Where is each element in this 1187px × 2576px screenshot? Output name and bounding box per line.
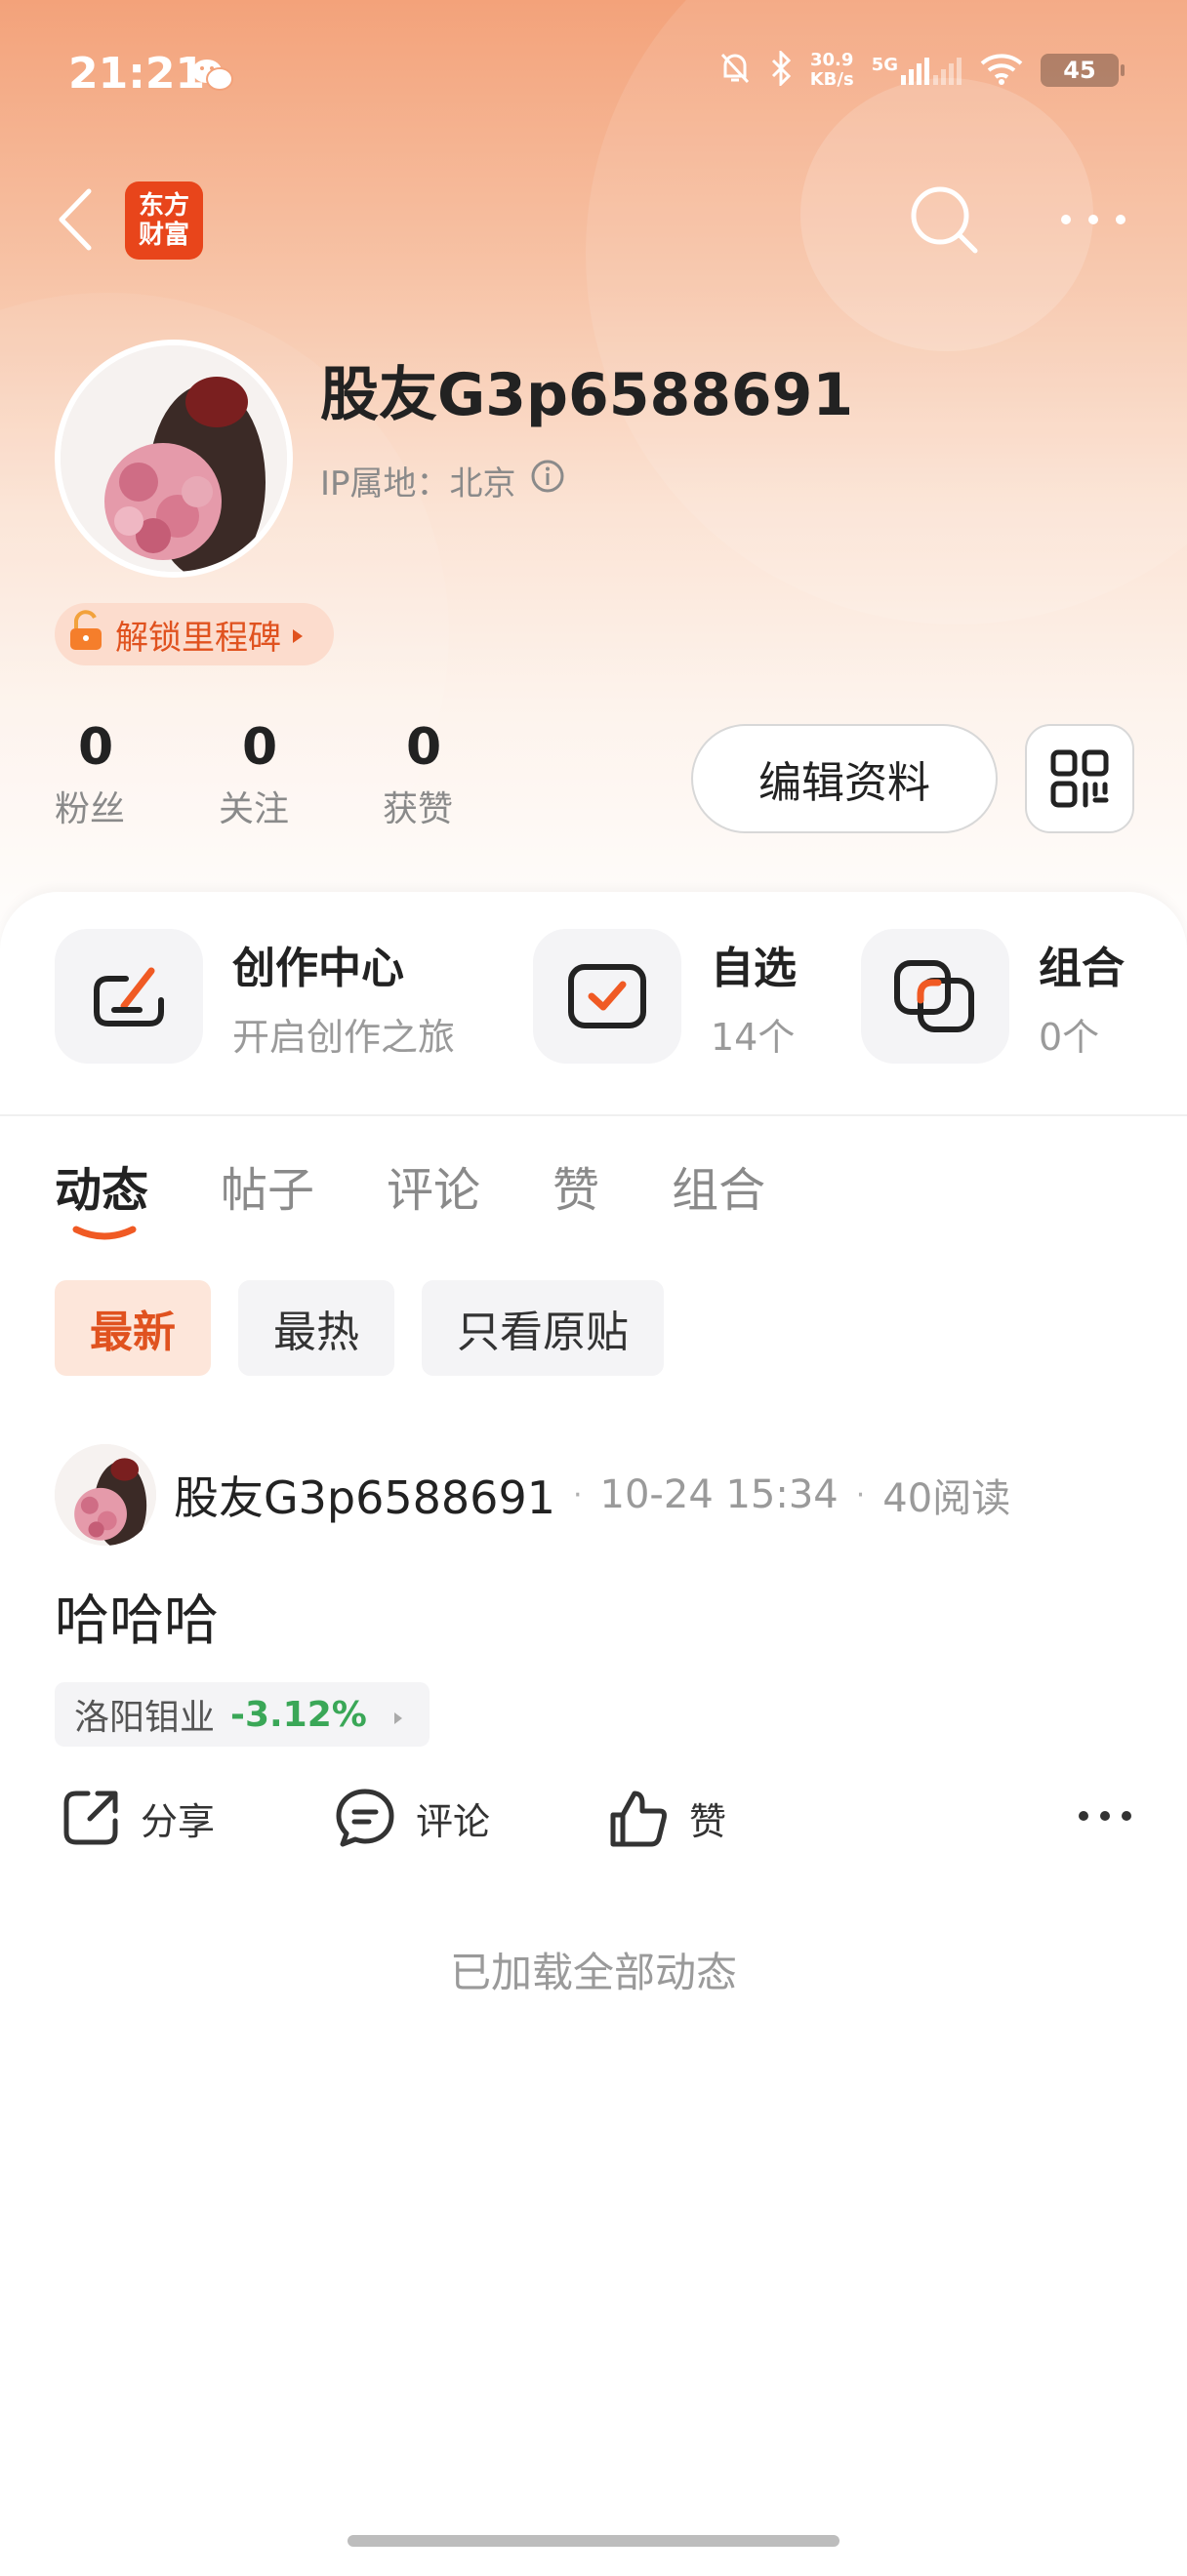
- wechat-icon: [191, 57, 234, 98]
- more-options-button[interactable]: [1054, 195, 1132, 244]
- comment-button[interactable]: 评论: [334, 1788, 490, 1848]
- stock-change: -3.12%: [230, 1694, 367, 1735]
- share-button[interactable]: 分享: [61, 1788, 215, 1848]
- tab-activity[interactable]: 动态: [55, 1151, 148, 1220]
- bluetooth-icon: [769, 49, 793, 90]
- profile-stats: 0 粉丝 0 关注 0 获赞: [55, 718, 547, 831]
- ip-location: IP属地：北京: [320, 457, 565, 504]
- status-time: 21:21: [68, 49, 206, 99]
- tab-posts[interactable]: 帖子: [221, 1151, 314, 1220]
- post-username[interactable]: 股友G3p6588691: [174, 1463, 555, 1527]
- tab-likes[interactable]: 赞: [553, 1151, 599, 1220]
- edit-profile-button[interactable]: 编辑资料: [691, 724, 998, 833]
- stat-likes[interactable]: 0 获赞: [383, 718, 547, 831]
- active-tab-indicator: [72, 1226, 137, 1240]
- more-horizontal-icon: [1079, 1811, 1131, 1821]
- thumbs-up-icon: [610, 1791, 667, 1847]
- net-speed: 30.9 KB/s: [809, 50, 854, 90]
- home-indicator[interactable]: [348, 2535, 839, 2547]
- watchlist-entry[interactable]: 自选 14个: [533, 929, 797, 1064]
- filter-latest[interactable]: 最新: [55, 1280, 211, 1376]
- post-more-button[interactable]: [1078, 1807, 1132, 1826]
- wifi-icon: [980, 52, 1023, 89]
- tab-portfolios[interactable]: 组合: [672, 1151, 765, 1220]
- tab-comments[interactable]: 评论: [387, 1151, 480, 1220]
- filter-chips: 最新 最热 只看原贴: [55, 1280, 664, 1376]
- creator-center-entry[interactable]: 创作中心 开启创作之旅: [55, 929, 455, 1064]
- profile-username: 股友G3p6588691: [320, 361, 854, 429]
- share-icon: [63, 1791, 118, 1845]
- unlock-icon: [66, 609, 105, 661]
- post-actions: 分享 评论 赞: [55, 1788, 1132, 1866]
- post-datetime: 10-24 15:34: [599, 1472, 839, 1517]
- post-avatar[interactable]: [55, 1444, 156, 1546]
- signal-icon: 5G: [872, 56, 962, 85]
- stock-name: 洛阳钼业: [74, 1698, 216, 1738]
- profile-avatar[interactable]: [55, 340, 293, 578]
- back-button[interactable]: [51, 185, 100, 254]
- like-button[interactable]: 赞: [607, 1788, 726, 1848]
- search-button[interactable]: [900, 176, 988, 263]
- all-loaded-text: 已加载全部动态: [449, 1949, 737, 1996]
- status-bar: 21:21 30.9 KB/s 5G 45: [0, 0, 1187, 146]
- info-icon[interactable]: [530, 459, 565, 503]
- milestone-badge[interactable]: 解锁里程碑: [55, 603, 334, 665]
- portfolio-icon: [861, 929, 1009, 1064]
- post-header: 股友G3p6588691 · 10-24 15:34 · 40阅读: [55, 1444, 1010, 1546]
- search-icon: [911, 186, 978, 254]
- section-divider: [0, 1114, 1187, 1116]
- qr-code-button[interactable]: [1025, 724, 1134, 833]
- comment-icon: [336, 1789, 394, 1847]
- content-tabs: 动态 帖子 评论 赞 组合: [55, 1151, 765, 1220]
- post-content[interactable]: 哈哈哈: [55, 1577, 219, 1656]
- stat-following[interactable]: 0 关注: [219, 718, 383, 831]
- triangle-right-icon: [392, 1695, 404, 1735]
- qr-code-icon: [1050, 749, 1109, 808]
- filter-original-only[interactable]: 只看原贴: [422, 1280, 664, 1376]
- post-read-count: 40阅读: [882, 1476, 1011, 1521]
- edit-icon: [55, 929, 203, 1064]
- chevron-left-icon: [59, 188, 92, 251]
- triangle-right-icon: [291, 615, 305, 654]
- stat-followers[interactable]: 0 粉丝: [55, 718, 219, 831]
- more-horizontal-icon: [1061, 215, 1126, 224]
- stock-tag[interactable]: 洛阳钼业 -3.12%: [55, 1682, 430, 1747]
- battery-indicator: 45: [1041, 54, 1125, 87]
- portfolio-entry[interactable]: 组合 0个: [861, 929, 1125, 1064]
- app-logo: 东方 财富: [125, 181, 203, 260]
- mute-icon: [718, 51, 752, 90]
- check-box-icon: [533, 929, 681, 1064]
- filter-hot[interactable]: 最热: [238, 1280, 394, 1376]
